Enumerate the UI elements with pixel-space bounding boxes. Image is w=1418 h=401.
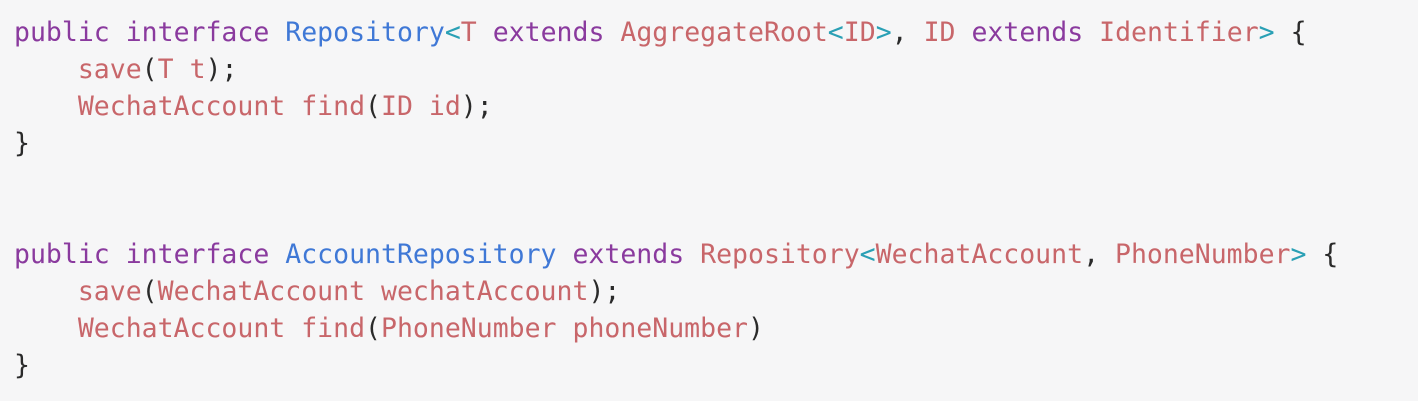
code-token-gen: > — [875, 17, 892, 48]
code-line: public interface AccountRepository exten… — [14, 236, 1338, 273]
code-token-pun — [14, 313, 78, 344]
code-token-pun — [110, 239, 126, 270]
code-token-pun — [1083, 17, 1099, 48]
code-token-kw: public — [14, 239, 110, 270]
code-token-pun: , — [891, 17, 924, 48]
code-token-id: find — [301, 91, 366, 122]
code-token-pun: ); — [460, 91, 493, 122]
code-token-kw: extends — [572, 239, 685, 270]
code-token-pun — [110, 17, 126, 48]
code-token-id: PhoneNumber — [1114, 239, 1291, 270]
code-token-pun — [365, 276, 381, 307]
code-token-pun: { — [1306, 239, 1339, 270]
code-token-id: T — [460, 17, 477, 48]
code-token-gen: < — [444, 17, 461, 48]
code-token-id: phoneNumber — [572, 313, 748, 344]
code-token-pun — [285, 313, 301, 344]
code-token-id: Identifier — [1099, 17, 1259, 48]
code-token-pun — [684, 239, 700, 270]
code-token-gen: < — [859, 239, 876, 270]
code-line: save(T t); — [14, 51, 1338, 88]
code-line: } — [14, 347, 1338, 384]
code-token-kw: extends — [971, 17, 1084, 48]
code-token-pun: } — [14, 350, 30, 381]
code-token-type: Repository — [285, 17, 445, 48]
code-token-id: save — [77, 276, 142, 307]
code-token-pun: ); — [588, 276, 621, 307]
code-token-id: AggregateRoot — [620, 17, 828, 48]
code-token-pun — [285, 91, 301, 122]
code-token-kw: interface — [125, 239, 270, 270]
code-token-gen: > — [1258, 17, 1275, 48]
code-token-id: Repository — [700, 239, 860, 270]
code-token-gen: < — [827, 17, 844, 48]
code-token-id: PhoneNumber — [381, 313, 557, 344]
code-token-id: t — [189, 54, 206, 85]
code-token-pun — [956, 17, 972, 48]
code-token-pun — [14, 54, 78, 85]
code-token-pun: ) — [747, 313, 764, 344]
code-token-pun — [269, 239, 285, 270]
code-token-pun — [413, 91, 429, 122]
code-token-id: id — [428, 91, 461, 122]
code-token-pun: ( — [141, 276, 158, 307]
code-token-pun: ( — [365, 313, 382, 344]
code-token-pun — [557, 239, 573, 270]
code-line: WechatAccount find(PhoneNumber phoneNumb… — [14, 310, 1338, 347]
code-token-kw: interface — [125, 17, 270, 48]
code-token-type: AccountRepository — [285, 239, 557, 270]
code-token-id: save — [77, 54, 142, 85]
code-token-pun: { — [1274, 17, 1307, 48]
code-line: WechatAccount find(ID id); — [14, 88, 1338, 125]
code-token-id: WechatAccount — [157, 276, 366, 307]
code-token-id: ID — [381, 91, 413, 122]
code-token-pun: ); — [205, 54, 238, 85]
code-line: } — [14, 125, 1338, 162]
code-token-pun — [14, 91, 78, 122]
code-line: public interface Repository<T extends Ag… — [14, 14, 1338, 51]
code-token-id: T — [157, 54, 174, 85]
code-token-pun: } — [14, 128, 30, 159]
code-token-kw: extends — [492, 17, 605, 48]
code-token-id: WechatAccount — [875, 239, 1084, 270]
code-token-pun: ( — [365, 91, 382, 122]
code-token-pun — [477, 17, 493, 48]
code-token-pun — [557, 313, 573, 344]
code-token-id: ID — [923, 17, 956, 48]
code-token-id: WechatAccount — [77, 313, 286, 344]
code-token-pun — [14, 276, 78, 307]
code-token-id: wechatAccount — [381, 276, 589, 307]
code-token-pun — [174, 54, 190, 85]
code-token-pun: , — [1083, 239, 1115, 270]
code-token-gen: > — [1290, 239, 1307, 270]
code-token-pun — [269, 17, 285, 48]
code-token-kw: public — [14, 17, 110, 48]
code-token-id: WechatAccount — [77, 91, 286, 122]
code-line: save(WechatAccount wechatAccount); — [14, 273, 1338, 310]
code-token-pun — [604, 17, 620, 48]
code-token-pun: ( — [141, 54, 158, 85]
code-token-id: ID — [843, 17, 876, 48]
code-token-id: find — [301, 313, 366, 344]
code-block: public interface Repository<T extends Ag… — [14, 14, 1338, 384]
